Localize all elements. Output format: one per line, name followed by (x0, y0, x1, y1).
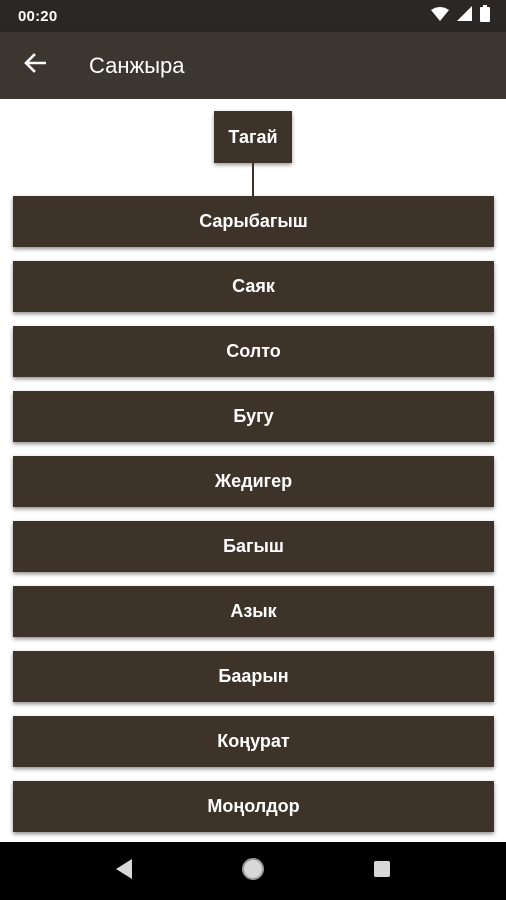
tree-connector-line (252, 163, 254, 197)
home-circle-icon (240, 856, 266, 887)
back-button[interactable] (0, 32, 70, 99)
system-nav-bar (0, 842, 506, 900)
tree-root-node[interactable]: Тагай (214, 111, 292, 163)
branch-list: Сарыбагыш Саяк Солто Бугу Жедигер Багыш … (13, 196, 494, 842)
nav-back-button[interactable] (94, 842, 154, 900)
branch-item[interactable]: Багыш (13, 521, 494, 572)
branch-item[interactable]: Азык (13, 586, 494, 637)
page-title: Санжыра (89, 52, 185, 78)
arrow-left-icon (24, 53, 47, 78)
back-triangle-icon (114, 858, 134, 885)
recents-square-icon (372, 859, 392, 884)
branch-item[interactable]: Бугу (13, 391, 494, 442)
nav-home-button[interactable] (223, 842, 283, 900)
branch-item[interactable]: Сарыбагыш (13, 196, 494, 247)
status-bar: 00:20 (0, 0, 506, 32)
branch-item[interactable]: Солто (13, 326, 494, 377)
status-icons (431, 5, 490, 27)
app-bar: Санжыра (0, 32, 506, 99)
nav-recents-button[interactable] (352, 842, 412, 900)
branch-item[interactable]: Саяк (13, 261, 494, 312)
branch-item[interactable]: Коңурат (13, 716, 494, 767)
signal-icon (457, 6, 472, 26)
wifi-icon (431, 6, 449, 26)
branch-item[interactable]: Жедигер (13, 456, 494, 507)
battery-icon (480, 5, 490, 27)
status-time: 00:20 (18, 7, 58, 25)
genealogy-tree: Тагай Сарыбагыш Саяк Солто Бугу Жедигер … (0, 99, 506, 842)
branch-item[interactable]: Моңолдор (13, 781, 494, 832)
branch-item[interactable]: Баарын (13, 651, 494, 702)
